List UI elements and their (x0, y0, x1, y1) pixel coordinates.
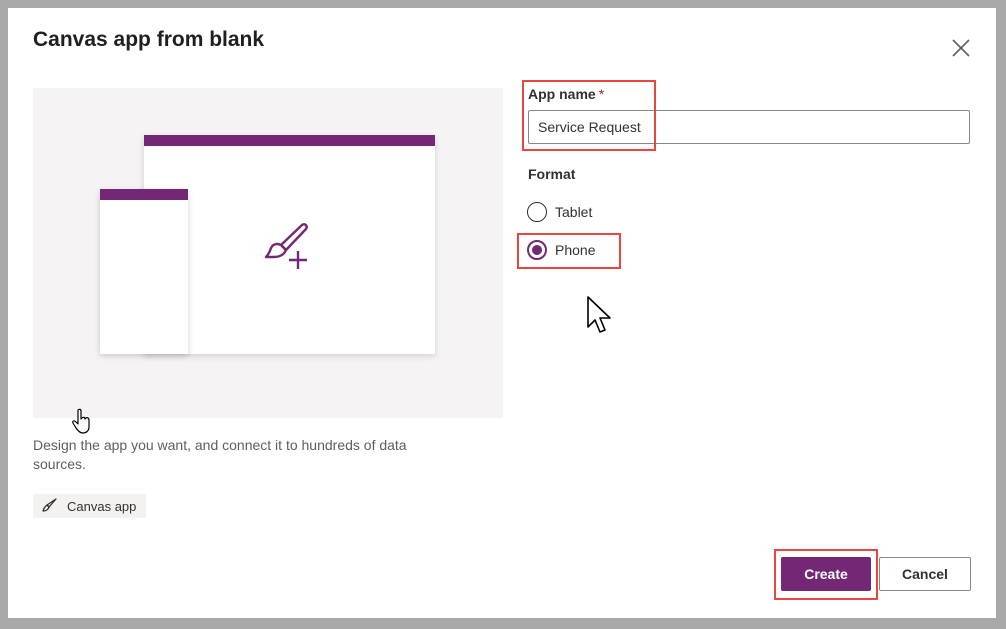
format-option-label: Tablet (555, 204, 593, 220)
create-button[interactable]: Create (781, 557, 871, 591)
canvas-app-dialog: Canvas app from blank Design the app you… (8, 8, 996, 618)
required-marker: * (598, 86, 605, 102)
cancel-button[interactable]: Cancel (879, 557, 971, 591)
format-option-label: Phone (555, 242, 596, 258)
format-option-tablet[interactable]: Tablet (527, 202, 592, 222)
app-name-label-text: App name (528, 86, 596, 102)
format-option-phone[interactable]: Phone (527, 240, 595, 260)
paintbrush-icon (42, 498, 57, 512)
radio-button-phone[interactable] (527, 240, 547, 260)
close-button[interactable] (948, 35, 974, 61)
mouse-pointer-icon (587, 296, 611, 333)
dialog-title: Canvas app from blank (33, 28, 265, 51)
app-name-input[interactable] (528, 110, 970, 144)
radio-button-tablet[interactable] (527, 202, 547, 222)
close-icon (952, 39, 970, 57)
window-title-bar (100, 189, 188, 200)
canvas-illustration (33, 88, 503, 418)
dialog-description: Design the app you want, and connect it … (33, 437, 407, 472)
canvas-app-tag: Canvas app (33, 494, 147, 518)
app-name-label: App name * (528, 86, 604, 102)
tag-label: Canvas app (67, 498, 137, 514)
hand-cursor-icon (72, 408, 90, 434)
format-label: Format (528, 166, 576, 182)
paintbrush-add-icon (264, 223, 308, 269)
window-title-bar (144, 135, 435, 146)
phone-window-illustration (100, 189, 188, 354)
